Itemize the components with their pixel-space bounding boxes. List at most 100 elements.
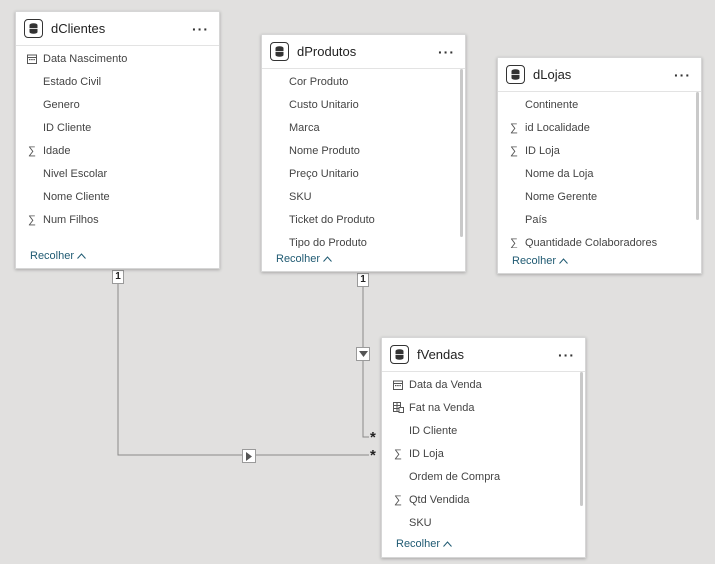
more-options-button[interactable]: ··· [558,347,575,363]
table-header[interactable]: dLojas ··· [498,58,701,92]
table-icon [270,42,289,61]
field-list[interactable]: Continente ∑ id Localidade ∑ ID Loja Nome … [498,92,701,249]
field-label: Nome Produto [289,144,360,157]
more-options-button[interactable]: ··· [192,21,209,37]
field-item[interactable]: ∑ Qtd Vendida [392,488,585,511]
field-item[interactable]: Marca [289,116,465,139]
field-item[interactable]: Ordem de Compra [392,465,585,488]
field-label: Continente [525,98,579,111]
field-item[interactable]: País [508,208,701,231]
field-item[interactable]: Nome Cliente [26,185,219,208]
field-list[interactable]: Cor Produto Custo Unitario Marca Nome Pr… [262,69,465,249]
table-header[interactable]: fVendas ··· [382,338,585,372]
field-label: Quantidade Colaboradores [525,236,658,249]
field-item[interactable]: Continente [508,93,701,116]
many-marker-clientes: * [370,447,376,464]
collapse-link[interactable]: Recolher [30,250,86,262]
field-item[interactable]: Custo Unitario [289,93,465,116]
table-header[interactable]: dClientes ··· [16,12,219,46]
field-item[interactable]: Nome Gerente [508,185,701,208]
table-card-fvendas[interactable]: fVendas ··· Data da Venda Fat na Venda I… [381,337,586,558]
sum-icon: ∑ [394,447,402,460]
field-item[interactable]: Preço Unitario [289,162,465,185]
field-label: Data Nascimento [43,52,128,65]
collapse-label: Recolher [276,253,321,265]
chevron-up-icon [323,256,332,262]
more-options-button[interactable]: ··· [438,44,455,60]
field-label: Qtd Vendida [409,493,470,506]
calendar-icon [26,53,38,65]
field-item[interactable]: SKU [289,185,465,208]
sum-icon: ∑ [28,144,36,157]
field-item[interactable]: Genero [26,93,219,116]
collapse-label: Recolher [396,538,441,550]
field-item[interactable]: SKU [392,511,585,531]
field-label: Preço Unitario [289,167,359,180]
field-label: ID Loja [525,144,560,157]
field-label: Ordem de Compra [409,470,501,483]
field-item[interactable]: Data Nascimento [26,47,219,70]
table-title: dProdutos [297,44,357,59]
collapse-link[interactable]: Recolher [396,538,452,550]
field-item[interactable]: Estado Civil [26,70,219,93]
vertical-scrollbar[interactable] [696,92,699,220]
collapse-link[interactable]: Recolher [276,253,332,265]
table-icon [506,65,525,84]
vertical-scrollbar[interactable] [460,69,463,237]
field-item[interactable]: Fat na Venda [392,396,585,419]
field-list[interactable]: Data da Venda Fat na Venda ID Cliente ∑ I… [382,372,585,531]
field-item[interactable]: Tipo do Produto [289,231,465,249]
field-list[interactable]: Data Nascimento Estado Civil Genero ID C… [16,46,219,231]
field-item[interactable]: ID Cliente [392,419,585,442]
field-item[interactable]: ∑ Quantidade Colaboradores [508,231,701,249]
table-title: fVendas [417,347,464,362]
calendar-icon [392,379,404,391]
vertical-scrollbar[interactable] [580,372,583,506]
table-card-dprodutos[interactable]: dProdutos ··· Cor Produto Custo Unitario… [261,34,466,272]
field-item[interactable]: Nome Produto [289,139,465,162]
field-label: Idade [43,144,71,157]
field-item[interactable]: ∑ id Localidade [508,116,701,139]
field-item[interactable]: Nome da Loja [508,162,701,185]
field-label: SKU [289,190,312,203]
field-label: Nome da Loja [525,167,594,180]
chevron-up-icon [77,253,86,259]
field-label: País [525,213,548,226]
chevron-up-icon [559,258,568,264]
field-item[interactable]: Cor Produto [289,70,465,93]
field-item[interactable]: Nivel Escolar [26,162,219,185]
more-options-button[interactable]: ··· [674,67,691,83]
field-item[interactable]: ID Cliente [26,116,219,139]
field-label: Estado Civil [43,75,102,88]
field-label: id Localidade [525,121,590,134]
field-label: ID Cliente [43,121,92,134]
field-label: ID Cliente [409,424,458,437]
one-marker-produtos: 1 [357,273,369,287]
field-label: Nivel Escolar [43,167,108,180]
field-item[interactable]: ∑ Idade [26,139,219,162]
field-item[interactable]: Ticket do Produto [289,208,465,231]
field-label: Marca [289,121,320,134]
sum-icon: ∑ [510,121,518,134]
field-item[interactable]: ∑ ID Loja [392,442,585,465]
table-card-dlojas[interactable]: dLojas ··· Continente ∑ id Localidade ∑ ID… [497,57,702,274]
field-item[interactable]: Data da Venda [392,373,585,396]
field-item[interactable]: ∑ ID Loja [508,139,701,162]
filter-direction-right-icon [242,449,256,463]
calculated-column-icon [392,402,404,414]
table-card-dclientes[interactable]: dClientes ··· Data Nascimento Estado Civ… [15,11,220,269]
relationship-produtos-vendas [362,285,369,438]
many-marker-produtos: * [370,429,376,446]
table-title: dClientes [51,21,106,36]
collapse-link[interactable]: Recolher [512,255,568,267]
table-icon [24,19,43,38]
field-label: Tipo do Produto [289,236,367,249]
table-header[interactable]: dProdutos ··· [262,35,465,69]
field-label: Num Filhos [43,213,99,226]
relationship-clientes-vendas [117,283,369,456]
table-title: dLojas [533,67,572,82]
collapse-label: Recolher [30,250,75,262]
collapse-label: Recolher [512,255,557,267]
model-canvas[interactable]: 1 1 * * dClientes ··· Data Nascimento Es… [0,0,715,564]
field-item[interactable]: ∑ Num Filhos [26,208,219,231]
